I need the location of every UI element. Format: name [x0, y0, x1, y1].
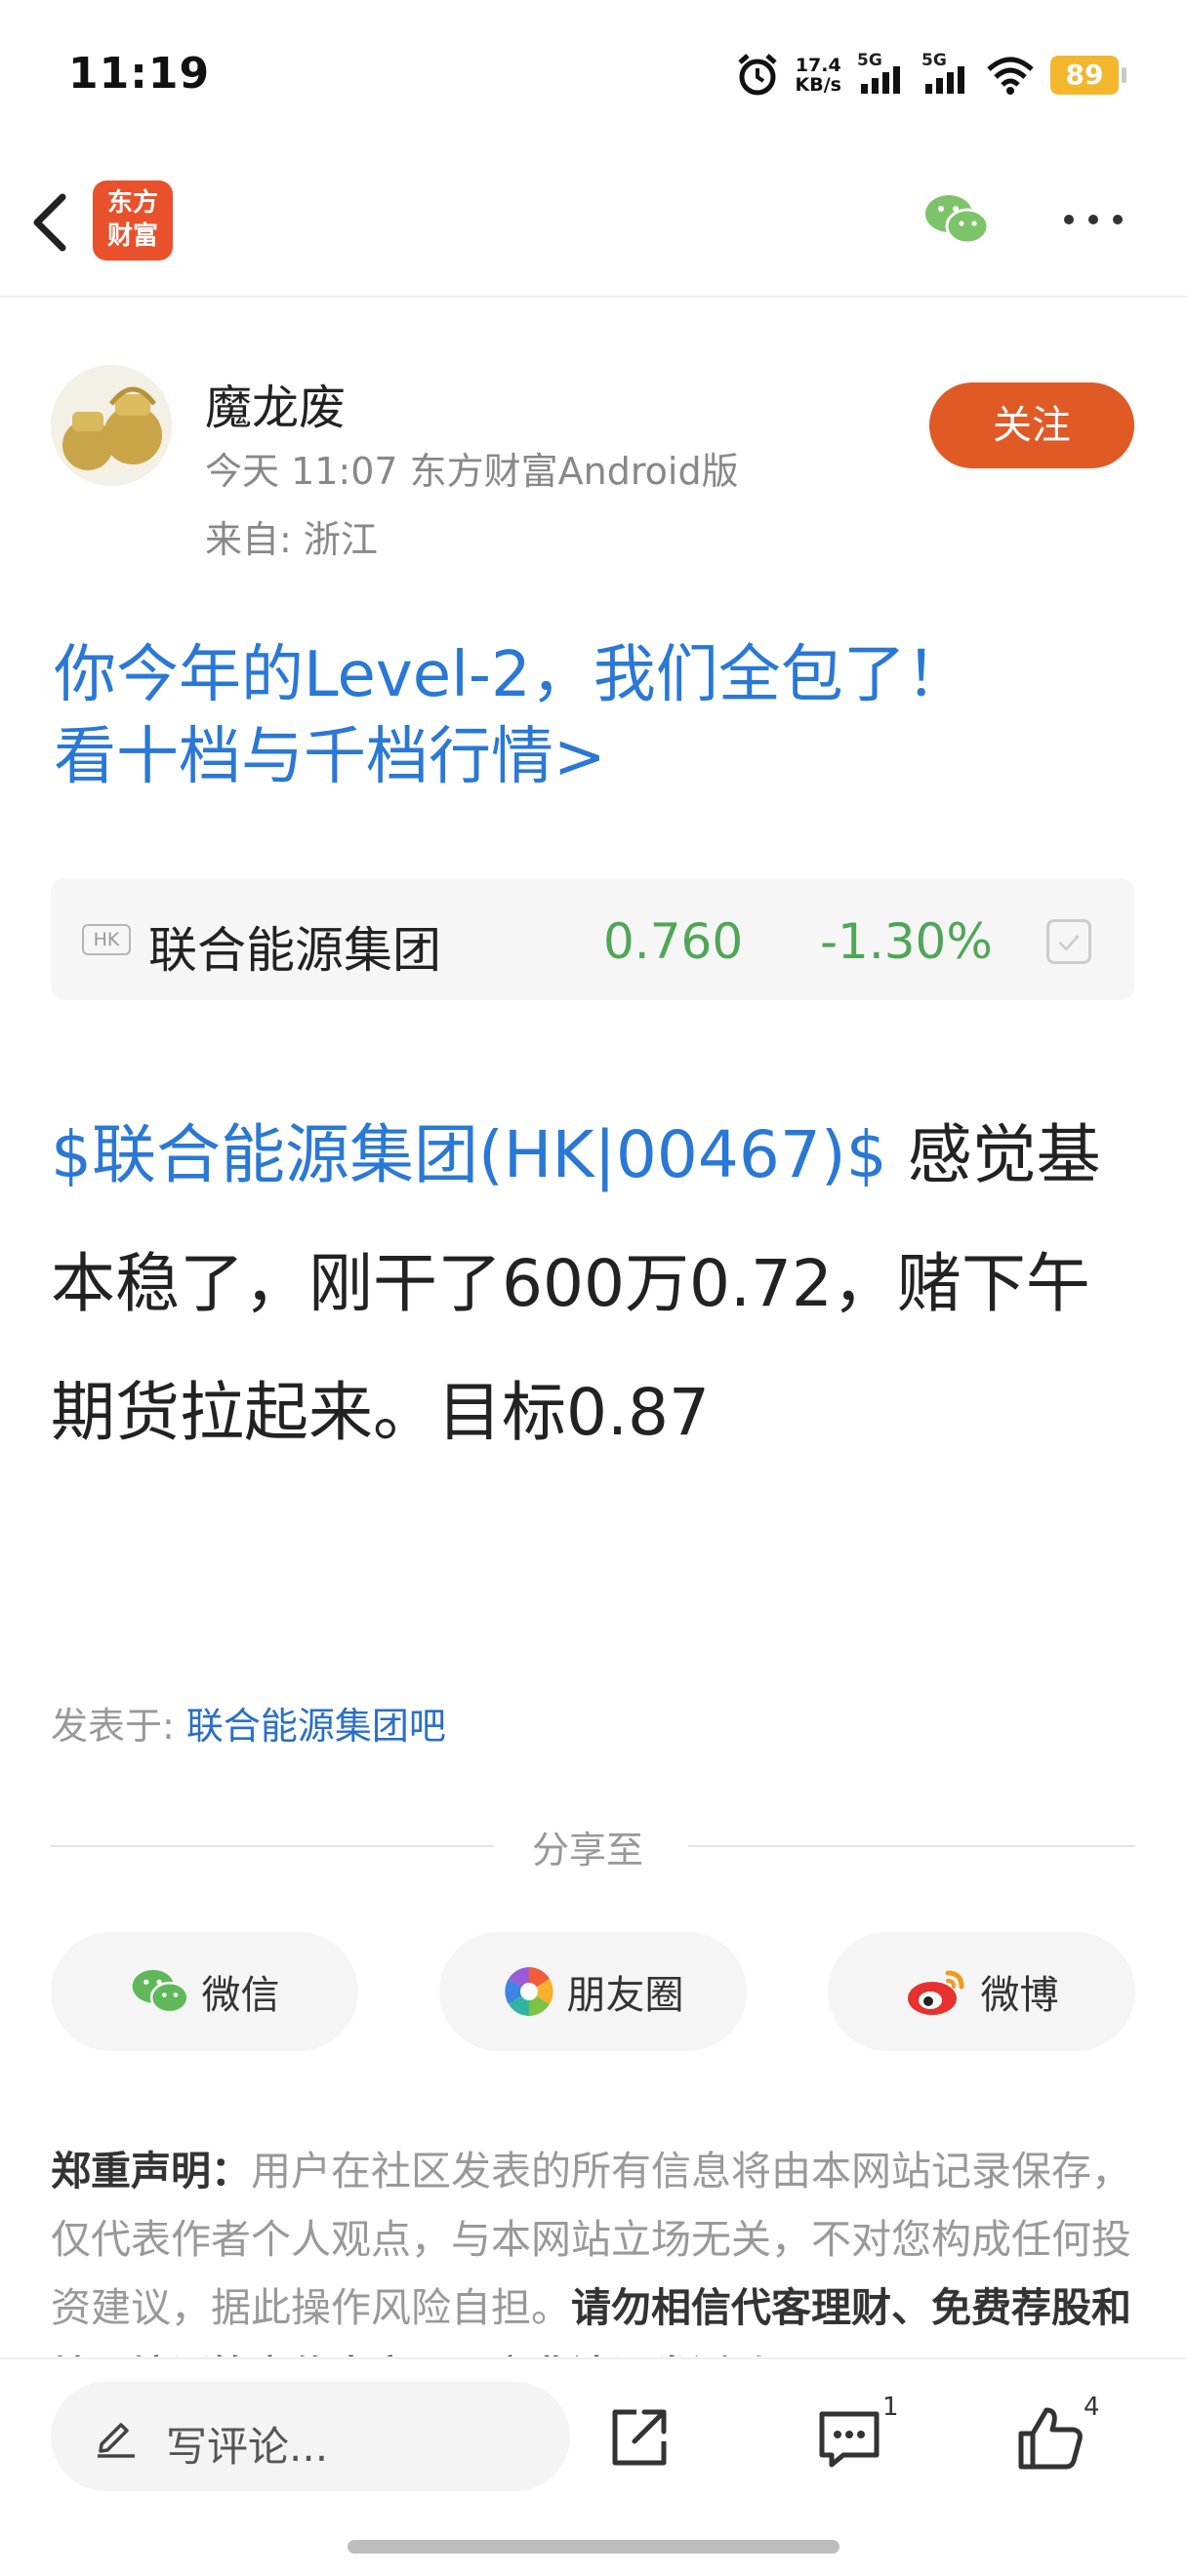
share-wechat-label: 微信 [201, 1973, 280, 2018]
app-logo[interactable]: 东方 财富 [93, 181, 173, 261]
stock-card[interactable]: HK 联合能源集团 0.760 -1.30% [51, 878, 1134, 1000]
post-content: $联合能源集团(HK|00467)$ 感觉基本稳了，刚干了600万0.72，赌下… [51, 1091, 1144, 1477]
alarm-icon [737, 54, 777, 96]
home-indicator[interactable] [348, 2540, 839, 2554]
comment-placeholder: 写评论... [166, 2423, 329, 2471]
share-wechat-button[interactable]: 微信 [51, 1932, 358, 2051]
promo-line2: 看十档与千档行情> [54, 721, 606, 793]
logo-line1: 东方 [106, 188, 158, 218]
stock-name: 联合能源集团 [148, 922, 441, 979]
top-navigation: 东方 财富 [0, 146, 1187, 298]
post-location: 来自: 浙江 [205, 518, 378, 561]
signal-icon: 5G [857, 51, 906, 96]
market-tag: HK [82, 924, 131, 955]
net-speed-value: 17.4 [795, 55, 841, 76]
battery-indicator: 89 [1050, 56, 1126, 95]
back-icon[interactable] [21, 183, 80, 262]
comment-count-badge: 1 [882, 2393, 899, 2422]
status-icons: 17.4 KB/s 5G 5G 89 [735, 51, 1126, 100]
forum-link[interactable]: 联合能源集团吧 [186, 1705, 446, 1748]
disclaimer: 郑重声明：用户在社区发表的所有信息将由本网站记录保存，仅代表作者个人观点，与本网… [51, 2137, 1139, 2356]
like-count-badge: 4 [1084, 2393, 1100, 2422]
status-time: 11:19 [68, 49, 211, 99]
divider [51, 1845, 494, 1847]
follow-button[interactable]: 关注 [929, 382, 1134, 468]
share-icon[interactable] [605, 2404, 674, 2473]
wechat-icon[interactable] [922, 190, 991, 249]
author-name[interactable]: 魔龙废 [205, 369, 346, 437]
divider [688, 1845, 1135, 1847]
stock-change: -1.30% [820, 913, 993, 970]
post-meta: 今天 11:07 东方财富Android版 [205, 450, 739, 493]
posted-in: 发表于: 联合能源集团吧 [51, 1696, 446, 1750]
status-bar: 11:19 17.4 KB/s 5G 5G 89 [0, 0, 1187, 146]
disclaimer-heading: 郑重声明： [51, 2148, 251, 2194]
wifi-icon [987, 57, 1034, 95]
comment-input[interactable]: 写评论... [51, 2382, 570, 2491]
bottom-action-bar: 写评论... 1 4 [0, 2357, 1187, 2576]
moments-icon [504, 1967, 553, 2016]
share-title: 分享至 [532, 1829, 644, 1872]
posted-in-label: 发表于: [51, 1705, 186, 1748]
stock-tag-link[interactable]: $联合能源集团(HK|00467)$ [51, 1117, 887, 1192]
level2-promo-link[interactable]: 你今年的Level-2，我们全包了！ 看十档与千档行情> [54, 634, 1147, 798]
logo-line2: 财富 [106, 221, 158, 251]
share-moments-label: 朋友圈 [566, 1973, 684, 2018]
share-moments-button[interactable]: 朋友圈 [439, 1932, 747, 2051]
more-options-icon[interactable] [1059, 195, 1127, 244]
share-weibo-button[interactable]: 微博 [828, 1932, 1135, 2051]
net-speed: 17.4 KB/s [796, 56, 841, 95]
comment-icon[interactable] [814, 2404, 884, 2473]
net-speed-unit: KB/s [795, 74, 841, 96]
stock-price: 0.760 [603, 913, 744, 970]
share-weibo-label: 微博 [980, 1973, 1059, 2018]
wechat-icon [132, 1969, 189, 2014]
avatar[interactable] [51, 365, 172, 486]
promo-line1: 你今年的Level-2，我们全包了！ [54, 639, 968, 711]
pencil-icon [98, 2423, 135, 2458]
like-icon[interactable] [1015, 2404, 1085, 2473]
add-watchlist-checkbox[interactable] [1046, 919, 1091, 964]
signal-icon: 5G [921, 51, 970, 96]
weibo-icon [907, 1970, 963, 2015]
